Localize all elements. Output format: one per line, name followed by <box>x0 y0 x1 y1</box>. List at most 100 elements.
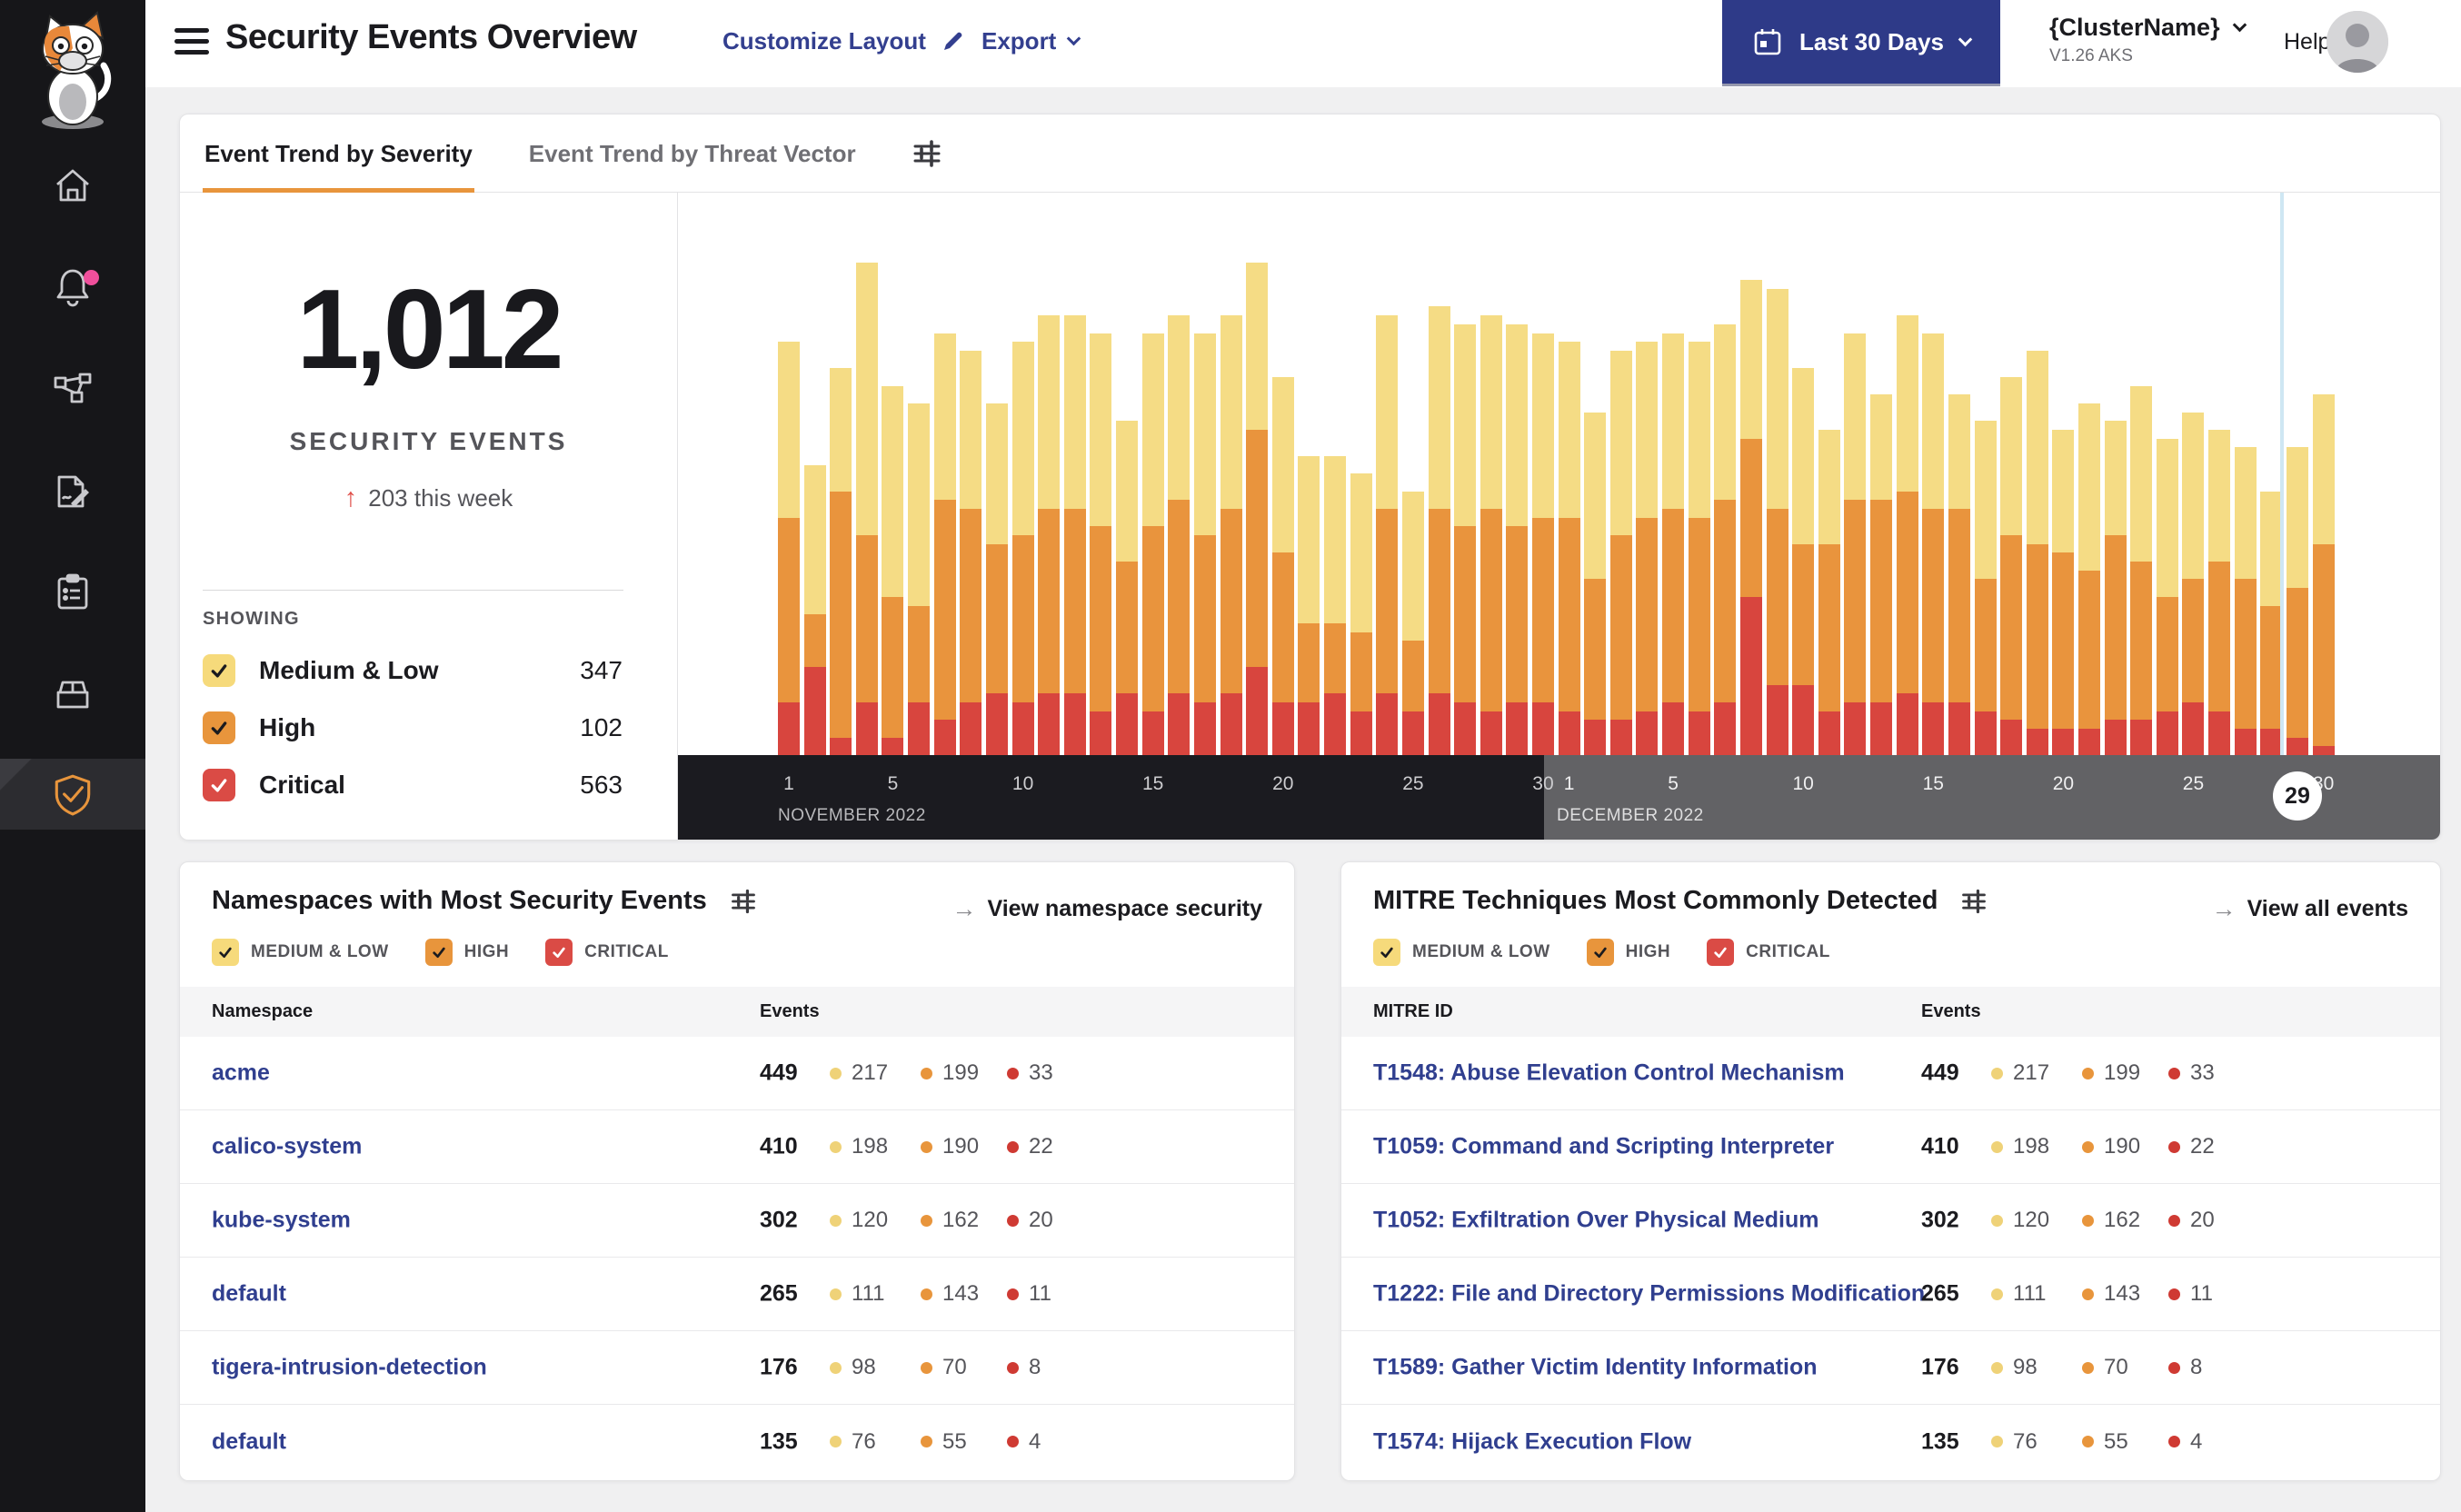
bar-segment-critical <box>1011 701 1034 755</box>
table-row-4: T1589: Gather Victim Identity Informatio… <box>1341 1331 2440 1405</box>
bar-segment-critical <box>2312 746 2335 755</box>
sidebar-item-service-graph[interactable] <box>0 353 145 424</box>
bar-segment-high <box>1401 641 1424 711</box>
trend-settings-icon[interactable] <box>911 137 943 170</box>
critical-count: 20 <box>2190 1208 2215 1232</box>
high-count-group: 162 <box>921 1208 979 1233</box>
stacked-bar-3 <box>855 263 878 755</box>
medium-dot <box>1991 1214 2003 1227</box>
bar-segment-critical <box>1792 684 1815 755</box>
stacked-bar-18 <box>1246 263 1269 755</box>
stacked-bar-40 <box>1818 429 1840 755</box>
filter-checkbox-2[interactable] <box>545 939 573 966</box>
mitre-settings-icon[interactable] <box>1959 887 1988 916</box>
axis-tick-nov-5: 5 <box>887 773 899 794</box>
medium-count: 217 <box>852 1060 889 1085</box>
medium-count: 198 <box>2013 1134 2050 1159</box>
medium-count: 217 <box>2013 1060 2050 1085</box>
medium-count: 76 <box>2013 1428 2038 1454</box>
sidebar-item-workloads[interactable] <box>0 657 145 728</box>
bar-segment-critical <box>2078 728 2100 755</box>
bar-segment-medium <box>1818 429 1840 544</box>
tab-event-trend-by-severity[interactable]: Event Trend by Severity <box>203 114 474 193</box>
medium-count-group: 198 <box>1991 1134 2049 1159</box>
stacked-bar-58 <box>2286 447 2308 755</box>
severity-filter-0: MEDIUM & LOW <box>1373 939 1550 966</box>
bar-segment-critical <box>1506 701 1529 755</box>
chevron-down-icon <box>1958 32 1973 46</box>
export-button[interactable]: Export <box>981 27 1081 55</box>
namespace-link[interactable]: default <box>212 1428 286 1455</box>
mitre-technique-link[interactable]: T1574: Hijack Execution Flow <box>1373 1428 1691 1455</box>
medium-count: 98 <box>2013 1355 2038 1379</box>
hamburger-menu-icon[interactable] <box>174 28 211 61</box>
bar-segment-medium <box>1662 333 1685 510</box>
legend-checkbox-2[interactable] <box>203 769 235 801</box>
stacked-bar-54 <box>2182 412 2205 755</box>
bar-segment-medium <box>933 333 956 501</box>
date-range-button[interactable]: Last 30 Days <box>1722 0 2000 84</box>
tab-event-trend-by-threat-vector[interactable]: Event Trend by Threat Vector <box>527 114 858 193</box>
critical-count-group: 22 <box>1007 1134 1053 1159</box>
bar-segment-high <box>1844 500 1867 702</box>
check-icon <box>219 947 232 958</box>
bar-segment-high <box>1531 517 1554 702</box>
filter-checkbox-1[interactable] <box>1586 939 1614 966</box>
stacked-bar-13 <box>1116 421 1139 755</box>
namespace-link[interactable]: kube-system <box>212 1208 351 1234</box>
namespace-link[interactable]: calico-system <box>212 1134 362 1160</box>
namespaces-severity-filters: MEDIUM & LOW HIGH CRITICAL <box>212 939 669 966</box>
user-avatar[interactable] <box>2326 11 2388 73</box>
mitre-technique-link[interactable]: T1059: Command and Scripting Interpreter <box>1373 1134 1834 1160</box>
severity-filter-2: CRITICAL <box>545 939 669 966</box>
edit-document-icon <box>57 475 89 508</box>
customize-layout-button[interactable]: Customize Layout <box>722 27 966 55</box>
critical-dot <box>1007 1140 1019 1153</box>
view-all-events-link[interactable]: → View all events <box>2212 895 2408 923</box>
check-icon <box>553 947 565 958</box>
cluster-selector[interactable]: {ClusterName} V1.26 AKS <box>2049 14 2247 66</box>
critical-count: 4 <box>1029 1428 1041 1454</box>
sidebar-item-alerts[interactable] <box>0 250 145 321</box>
filter-checkbox-0[interactable] <box>212 939 239 966</box>
filter-label: CRITICAL <box>584 942 669 961</box>
namespace-link[interactable]: tigera-intrusion-detection <box>212 1355 487 1381</box>
bar-segment-critical <box>985 693 1008 755</box>
stacked-bar-56 <box>2234 447 2257 755</box>
total-events: 410 <box>1921 1133 1959 1159</box>
namespace-link[interactable]: default <box>212 1281 286 1308</box>
mitre-technique-link[interactable]: T1589: Gather Victim Identity Informatio… <box>1373 1355 1818 1381</box>
namespaces-settings-icon[interactable] <box>729 887 758 916</box>
bar-segment-medium <box>1766 289 1788 510</box>
table-row-5: T1574: Hijack Execution Flow 135 76 55 4 <box>1341 1405 2440 1478</box>
sidebar-item-threat-defense[interactable] <box>0 759 145 830</box>
sidebar-item-compliance[interactable] <box>0 556 145 627</box>
bar-segment-high <box>2234 579 2257 729</box>
stacked-bar-50 <box>2078 403 2100 755</box>
sidebar-item-home[interactable] <box>0 150 145 221</box>
legend-checkbox-1[interactable] <box>203 711 235 744</box>
bar-segment-medium <box>2286 447 2308 589</box>
total-events: 302 <box>760 1207 798 1233</box>
view-namespace-security-link[interactable]: → View namespace security <box>952 895 1263 923</box>
weekly-delta: ↑ 203 this week <box>180 483 677 513</box>
filter-checkbox-1[interactable] <box>424 939 453 966</box>
stacked-bar-38 <box>1766 289 1788 755</box>
filter-checkbox-0[interactable] <box>1373 939 1400 966</box>
bar-segment-critical <box>908 701 931 755</box>
help-link[interactable]: Help <box>2284 29 2330 55</box>
namespace-link[interactable]: acme <box>212 1060 270 1087</box>
table-row-3: default 265 111 143 11 <box>180 1258 1294 1331</box>
legend-checkbox-0[interactable] <box>203 654 235 687</box>
showing-label: SHOWING <box>203 609 300 629</box>
high-count-group: 70 <box>2082 1355 2128 1380</box>
sidebar-item-policies[interactable] <box>0 456 145 527</box>
mitre-technique-link[interactable]: T1548: Abuse Elevation Control Mechanism <box>1373 1060 1845 1087</box>
bar-segment-critical <box>1662 701 1685 755</box>
bar-segment-critical <box>1739 596 1762 755</box>
filter-checkbox-2[interactable] <box>1707 939 1735 966</box>
mitre-technique-link[interactable]: T1052: Exfiltration Over Physical Medium <box>1373 1208 1818 1234</box>
critical-count-group: 20 <box>1007 1208 1053 1233</box>
mitre-technique-link[interactable]: T1222: File and Directory Permissions Mo… <box>1373 1281 1925 1308</box>
stacked-bar-16 <box>1193 333 1216 755</box>
